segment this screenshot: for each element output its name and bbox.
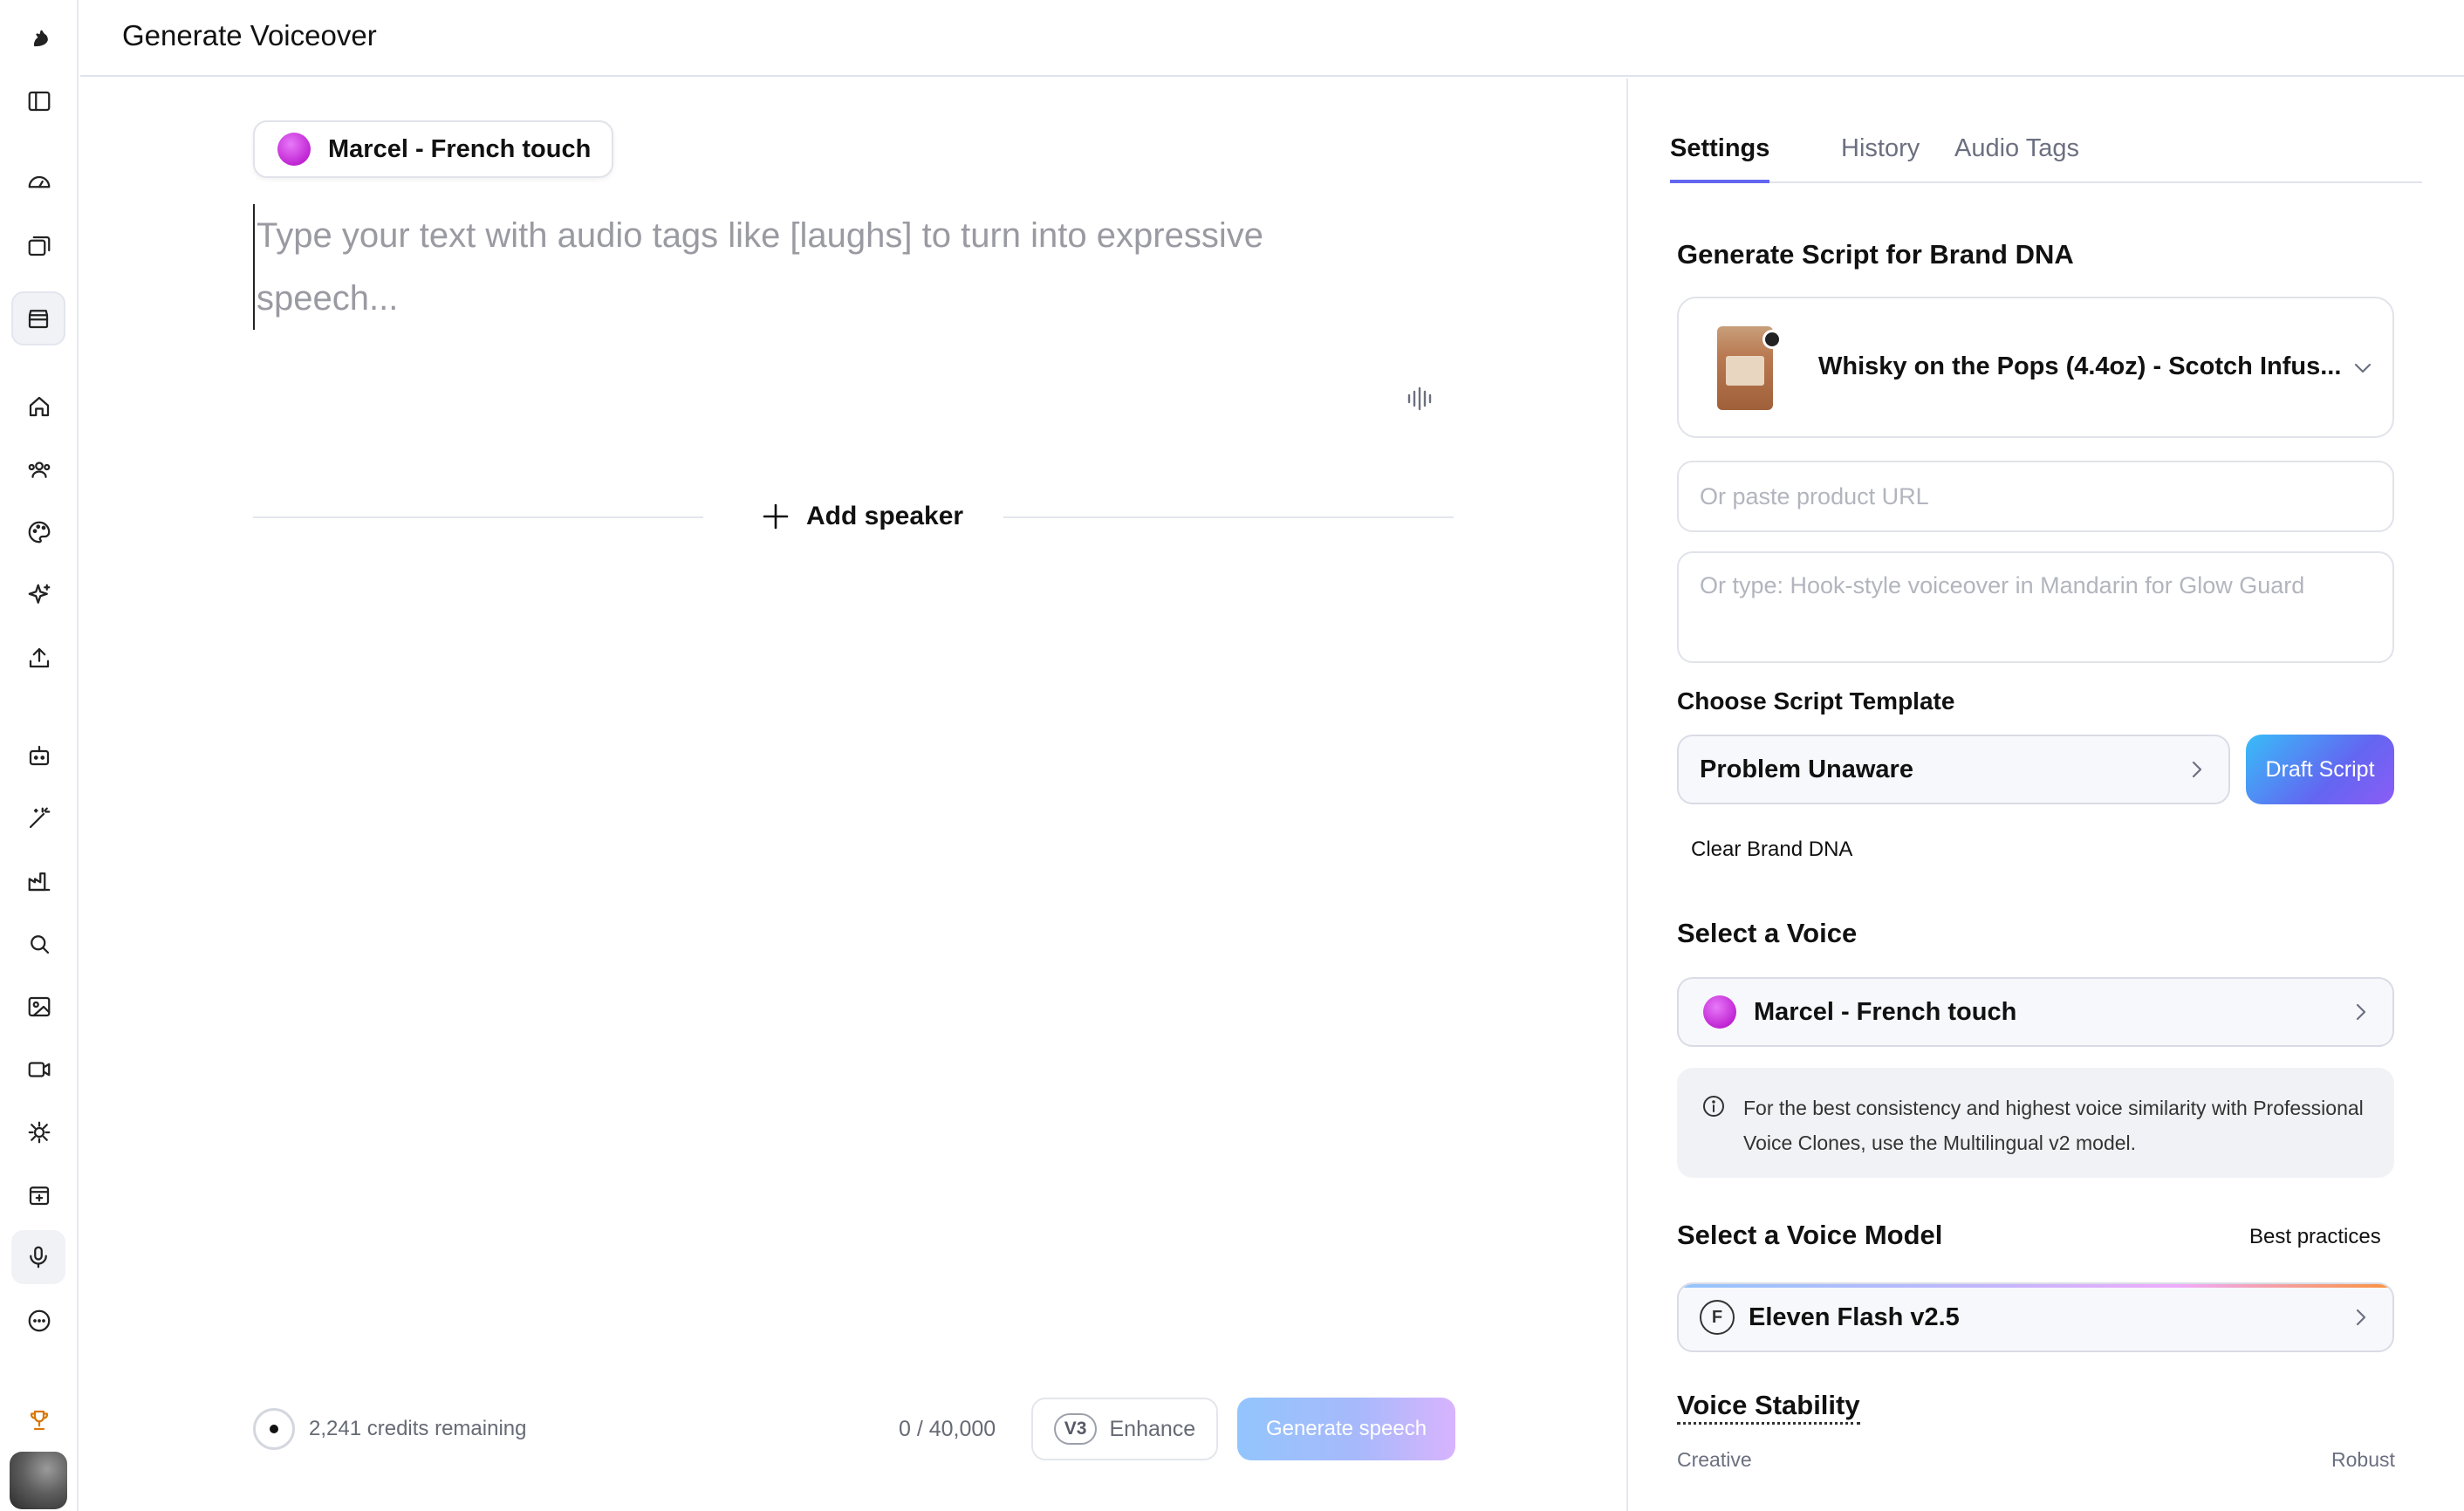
voice-info-box: For the best consistency and highest voi…: [1677, 1068, 2394, 1178]
sparkles-icon[interactable]: [22, 578, 57, 612]
voice-avatar-icon: [1703, 995, 1736, 1029]
store-icon[interactable]: [11, 291, 65, 345]
magic-wand-icon[interactable]: [22, 801, 57, 836]
credits-ring-icon: [253, 1408, 295, 1450]
enhance-label: Enhance: [1109, 1416, 1196, 1441]
voice-stability-title[interactable]: Voice Stability: [1677, 1389, 1860, 1425]
panel-tabs: Settings History Audio Tags: [1670, 134, 2422, 183]
bug-icon[interactable]: [22, 1115, 57, 1150]
editor-footer: 2,241 credits remaining 0 / 40,000 V3 En…: [253, 1398, 1455, 1462]
users-icon[interactable]: [22, 452, 57, 487]
avatar[interactable]: [10, 1452, 67, 1509]
video-icon[interactable]: [22, 1052, 57, 1087]
template-value: Problem Unaware: [1700, 755, 1913, 783]
factory-icon[interactable]: [22, 864, 57, 899]
microphone-icon[interactable]: [11, 1230, 65, 1284]
add-speaker-label: Add speaker: [806, 502, 964, 530]
draft-script-button[interactable]: Draft Script: [2246, 735, 2394, 804]
character-count: 0 / 40,000: [899, 1417, 996, 1441]
palette-icon[interactable]: [22, 515, 57, 550]
enhance-button[interactable]: V3 Enhance: [1031, 1398, 1218, 1460]
product-select[interactable]: Whisky on the Pops (4.4oz) - Scotch Infu…: [1677, 297, 2394, 438]
stability-scale-left: Creative: [1677, 1448, 1752, 1471]
stability-scale-right: Robust: [2331, 1448, 2395, 1471]
upload-icon[interactable]: [22, 640, 57, 675]
credits-remaining: 2,241 credits remaining: [309, 1417, 527, 1440]
search-icon[interactable]: [22, 926, 57, 961]
settings-panel: Settings History Audio Tags Generate Scr…: [1626, 79, 2464, 1511]
waveform-icon[interactable]: [1405, 384, 1434, 414]
page-title: Generate Voiceover: [122, 19, 377, 51]
more-icon[interactable]: [22, 1303, 57, 1338]
home-icon[interactable]: [22, 389, 57, 424]
image-icon[interactable]: [22, 989, 57, 1024]
logo-icon[interactable]: [22, 19, 57, 54]
product-badge-icon: [1762, 330, 1782, 349]
model-value: Eleven Flash v2.5: [1749, 1302, 1960, 1331]
template-label: Choose Script Template: [1677, 687, 1955, 714]
sidebar: [0, 0, 79, 1511]
dashboard-gauge-icon[interactable]: [22, 164, 57, 199]
clear-brand-dna-button[interactable]: Clear Brand DNA: [1691, 838, 1852, 862]
voice-avatar-icon: [277, 133, 311, 166]
model-badge-icon: F: [1700, 1300, 1735, 1335]
product-name: Whisky on the Pops (4.4oz) - Scotch Infu…: [1818, 352, 2342, 380]
speaker-name: Marcel - French touch: [328, 134, 592, 163]
tab-audio-tags[interactable]: Audio Tags: [1954, 134, 2079, 183]
voice-value: Marcel - French touch: [1754, 997, 2017, 1026]
script-textarea[interactable]: Type your text with audio tags like [lau…: [253, 204, 1300, 330]
trophy-icon[interactable]: [22, 1403, 57, 1438]
divider: [253, 516, 703, 518]
tab-history[interactable]: History: [1841, 134, 1920, 183]
top-header: Generate Voiceover: [80, 0, 2464, 77]
info-text: For the best consistency and highest voi…: [1743, 1097, 2364, 1154]
library-icon[interactable]: [22, 229, 57, 263]
sidebar-toggle-icon[interactable]: [22, 84, 57, 119]
speaker-chip[interactable]: Marcel - French touch: [253, 120, 614, 178]
script-template-select[interactable]: Problem Unaware: [1677, 735, 2230, 804]
add-speaker-button[interactable]: Add speaker: [761, 492, 963, 541]
best-practices-link[interactable]: Best practices: [2249, 1225, 2381, 1249]
chevron-right-icon: [2349, 1305, 2373, 1337]
chevron-right-icon: [2349, 1000, 2373, 1031]
brand-dna-title: Generate Script for Brand DNA: [1677, 239, 2074, 270]
voice-select[interactable]: Marcel - French touch: [1677, 977, 2394, 1047]
chevron-down-icon: [2351, 356, 2375, 380]
voice-model-select[interactable]: F Eleven Flash v2.5: [1677, 1282, 2394, 1352]
calendar-icon[interactable]: [22, 1178, 57, 1213]
voice-section-title: Select a Voice: [1677, 918, 1858, 948]
plus-icon: [763, 503, 789, 530]
model-section-title: Select a Voice Model: [1677, 1220, 1943, 1250]
divider: [1003, 516, 1454, 518]
product-url-input[interactable]: Or paste product URL: [1677, 461, 2394, 532]
editor-area: Marcel - French touch Type your text wit…: [80, 79, 1626, 1511]
info-icon: [1701, 1094, 1726, 1118]
tab-settings[interactable]: Settings: [1670, 134, 1770, 183]
v3-badge: V3: [1053, 1413, 1098, 1445]
script-prompt-input[interactable]: Or type: Hook-style voiceover in Mandari…: [1677, 551, 2394, 663]
robot-icon[interactable]: [22, 738, 57, 773]
chevron-right-icon: [2185, 757, 2209, 789]
generate-speech-button[interactable]: Generate speech: [1237, 1398, 1455, 1460]
